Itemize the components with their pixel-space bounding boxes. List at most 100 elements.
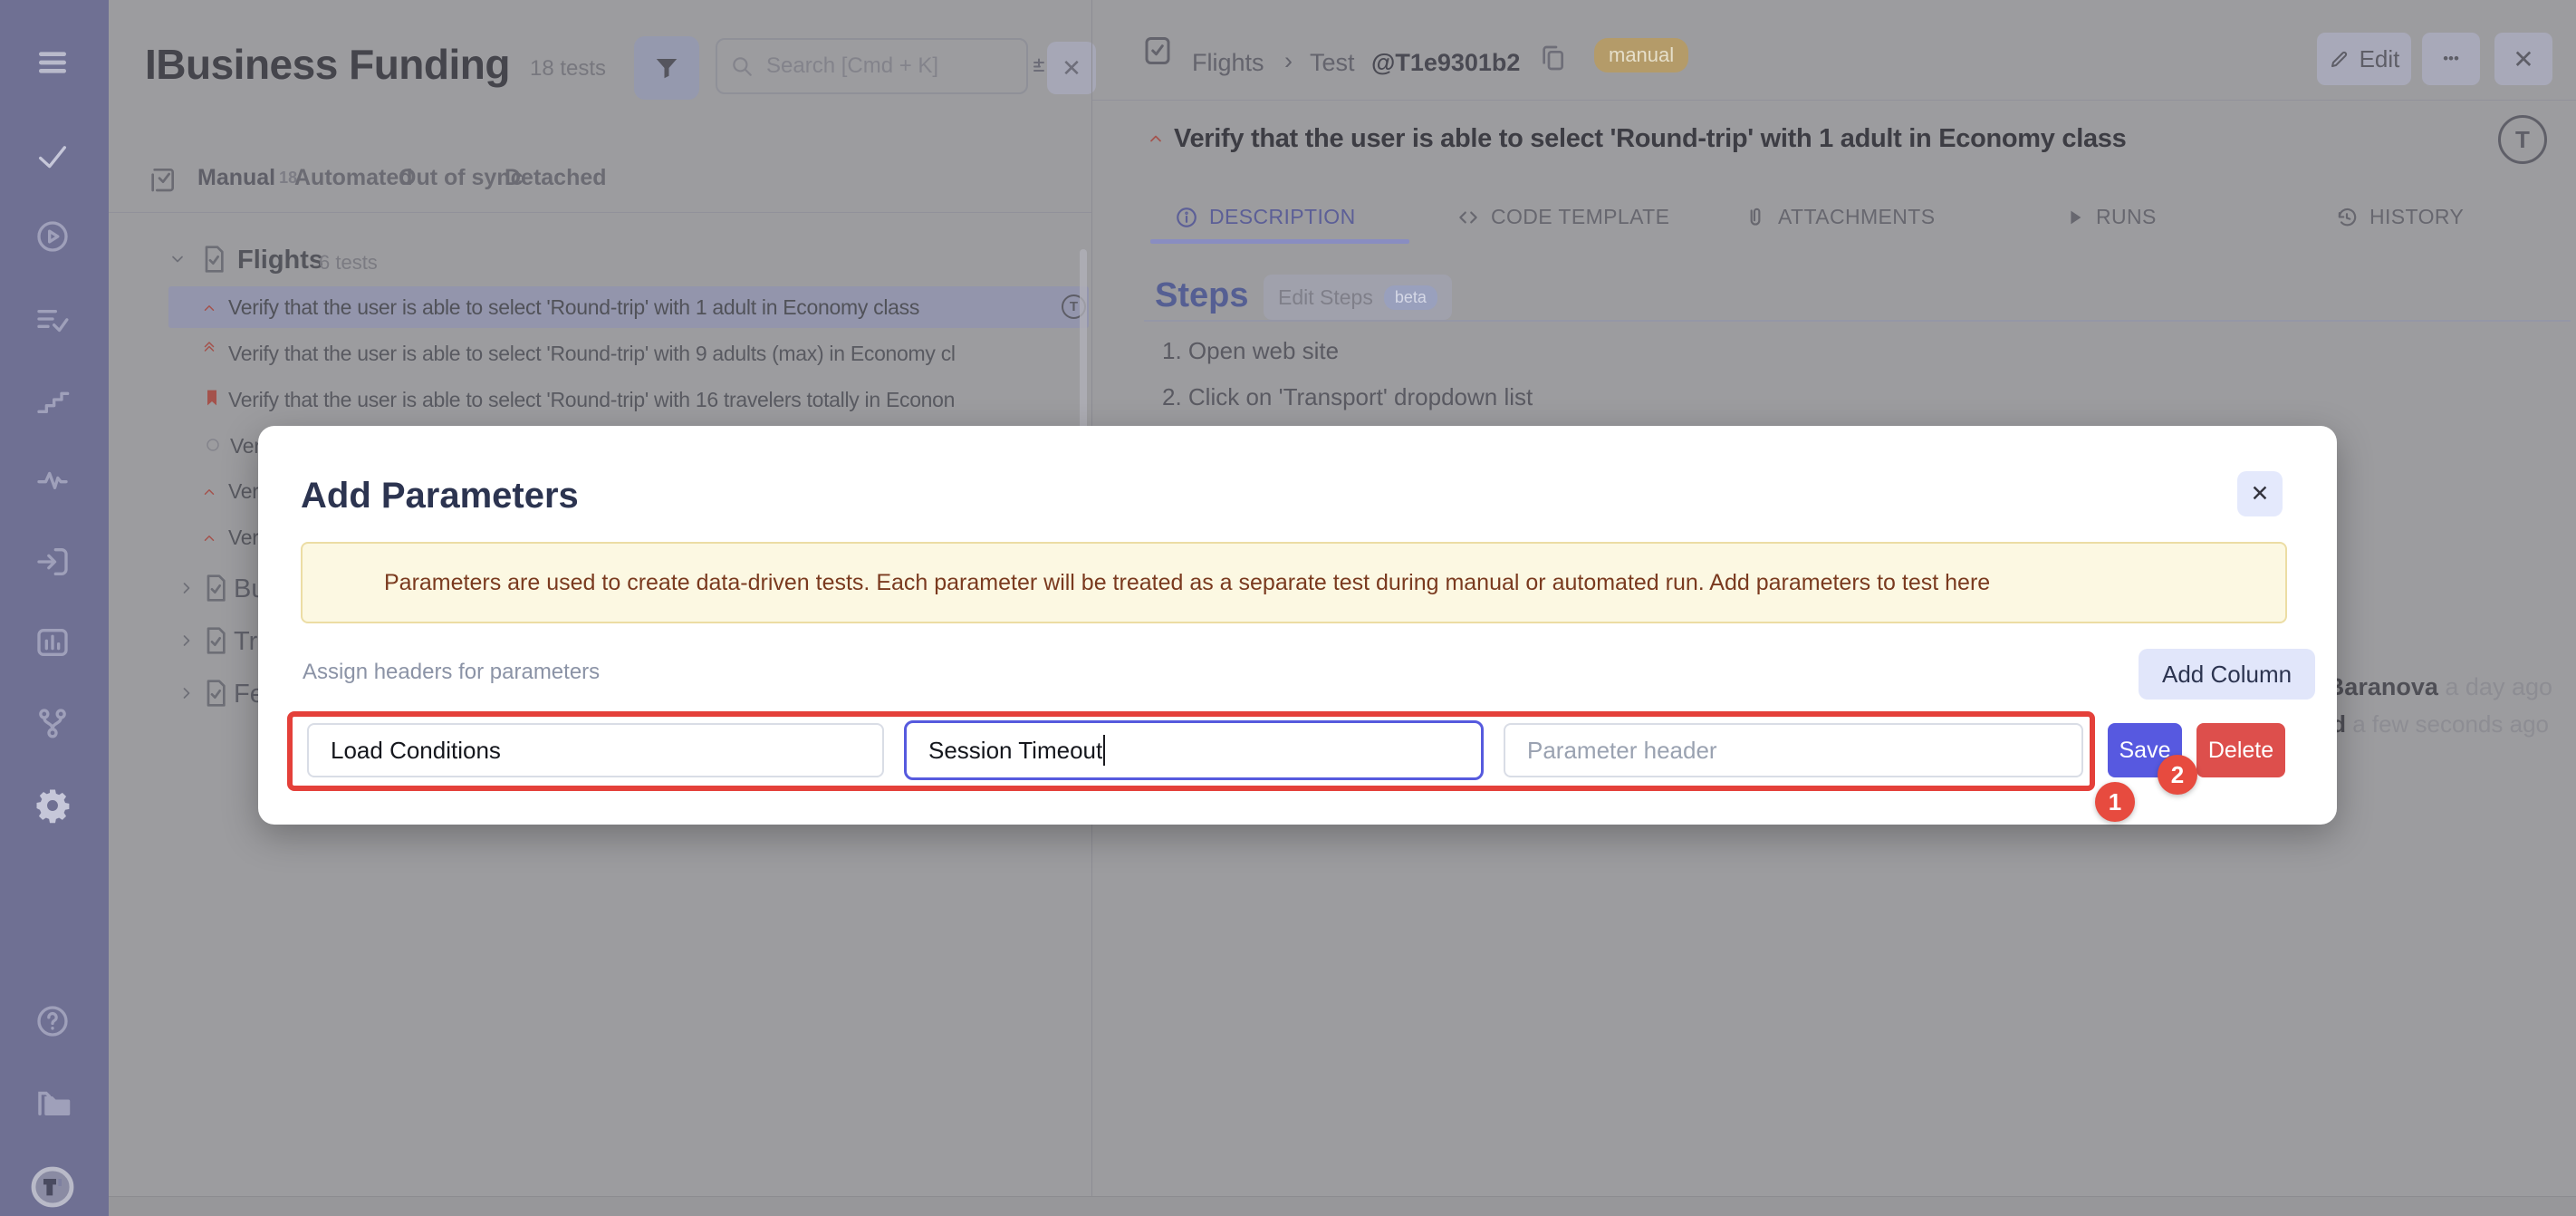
file-check-icon [201,574,230,603]
tab-automated[interactable]: Automated [294,165,413,191]
tests-count: 18 tests [530,56,606,82]
sidebar-item-menu[interactable] [31,41,74,84]
file-check-icon [199,245,228,274]
chevron-right-icon [178,684,196,702]
sidebar-item-tests[interactable] [31,134,74,178]
search-icon [730,54,754,78]
sidebar-item-analytics[interactable] [31,458,74,502]
close-icon: ✕ [2251,480,2270,507]
tab-description[interactable]: DESCRIPTION [1175,205,1356,229]
sidebar [0,0,109,1216]
search-box [716,38,1028,94]
pencil-icon [2329,48,2350,70]
beta-badge: beta [1384,285,1437,310]
testomat-logo-icon [31,1164,74,1210]
sidebar-item-settings[interactable] [31,784,74,827]
git-branch-icon [34,705,71,741]
steps-divider [1144,320,2571,322]
folders-icon [34,1084,72,1122]
filter-button[interactable] [634,36,699,100]
circle-icon [205,437,221,453]
step-item: 1. Open web site [1162,337,1339,365]
history-clock-icon [2335,206,2359,229]
add-column-button[interactable]: Add Column [2139,649,2315,700]
tab-detached[interactable]: Detached [505,165,607,191]
steps-icon [34,381,71,418]
sidebar-item-runs[interactable] [31,215,74,258]
settings-gear-icon [34,787,72,825]
tree-test-row[interactable]: Verify that the user is able to select '… [168,333,1091,374]
hamburger-menu-icon [34,44,71,81]
sidebar-item-reports[interactable] [31,621,74,664]
testomat-badge-icon: T [2498,115,2547,164]
breadcrumb-test-label: Test [1310,49,1355,77]
test-title: Verify that the user is able to select '… [228,388,955,412]
folder-name: Flights [237,246,323,275]
detail-close-button[interactable]: ✕ [2494,33,2552,85]
parameter-header-input-3[interactable] [1504,723,2083,777]
help-icon [34,1003,71,1039]
bar-chart-icon [34,624,71,661]
edit-steps-button[interactable]: Edit Steps beta [1264,275,1452,320]
bookmark-icon [203,389,221,407]
delete-button[interactable]: Delete [2196,723,2285,777]
sidebar-item-milestones[interactable] [31,378,74,421]
modal-close-button[interactable]: ✕ [2237,471,2283,516]
code-icon [1456,206,1480,229]
tab-runs[interactable]: RUNS [2065,205,2157,229]
horizontal-scrollbar[interactable] [109,1196,2576,1216]
edit-button[interactable]: Edit [2317,33,2411,85]
check-icon [34,138,71,174]
sidebar-item-projects[interactable] [31,1081,74,1124]
detail-header: Flights › Test @T1e9301b2 manual Edit ••… [1092,0,2576,101]
modal-title: Add Parameters [301,476,579,516]
sidebar-item-logo[interactable] [31,1163,74,1211]
info-banner: Parameters are used to create data-drive… [301,542,2287,623]
tree-test-row-selected[interactable]: Verify that the user is able to select '… [168,286,1089,328]
test-detail-title: Verify that the user is able to select '… [1174,124,2126,154]
sidebar-item-plans[interactable] [31,297,74,341]
test-title: Ver [228,479,259,504]
tab-code-template[interactable]: CODE TEMPLATE [1456,205,1669,229]
annotation-circle-2: 2 [2158,755,2197,795]
manual-badge: manual [1594,38,1688,72]
tests-filter-tabs: Manual18 Automated Out of sync Detached [109,152,1091,213]
copy-icon[interactable] [1538,43,1567,72]
text-cursor [1103,735,1105,766]
sidebar-item-import[interactable] [31,540,74,584]
priority-high-icon [201,484,217,500]
parameter-header-input-2[interactable]: Session Timeout [904,720,1484,780]
tab-manual[interactable]: Manual18 [197,165,297,191]
panel-close-button[interactable]: ✕ [1047,42,1096,94]
test-id: @T1e9301b2 [1371,49,1520,77]
sidebar-item-branches[interactable] [31,701,74,745]
tree-folder-flights[interactable]: Flights 6 tests [168,237,1083,281]
project-title: IBusiness Funding [145,40,510,89]
play-circle-icon [34,218,71,255]
steps-heading: Steps [1155,276,1248,315]
parameter-header-input-1[interactable] [307,723,884,777]
priority-highest-icon [201,340,217,356]
test-title: Verify that the user is able to select '… [228,342,956,366]
play-icon [2065,207,2085,227]
search-input[interactable] [764,53,995,80]
test-title: Ver [230,434,261,458]
add-parameters-modal: Add Parameters ✕ Parameters are used to … [258,426,2337,825]
folder-count: 6 tests [319,251,378,275]
tab-history[interactable]: HISTORY [2335,205,2464,229]
sidebar-item-help[interactable] [31,999,74,1043]
checkbox-icon [149,165,178,194]
tree-test-row[interactable]: Verify that the user is able to select '… [168,379,1091,420]
breadcrumb-folder[interactable]: Flights [1192,49,1264,77]
info-icon [1175,206,1198,229]
paperclip-icon [1744,206,1767,229]
app-root: IBusiness Funding 18 tests ✕ Manual18 Au… [0,0,2576,1216]
annotation-circle-1: 1 [2095,782,2135,822]
more-button[interactable]: ••• [2422,33,2480,85]
chevron-right-icon [178,579,196,597]
chevron-right-icon [178,632,196,650]
step-item: 2. Click on 'Transport' dropdown list [1162,383,1533,411]
chevron-down-icon [168,250,187,268]
tab-attachments[interactable]: ATTACHMENTS [1744,205,1936,229]
assign-headers-label: Assign headers for parameters [303,660,600,685]
